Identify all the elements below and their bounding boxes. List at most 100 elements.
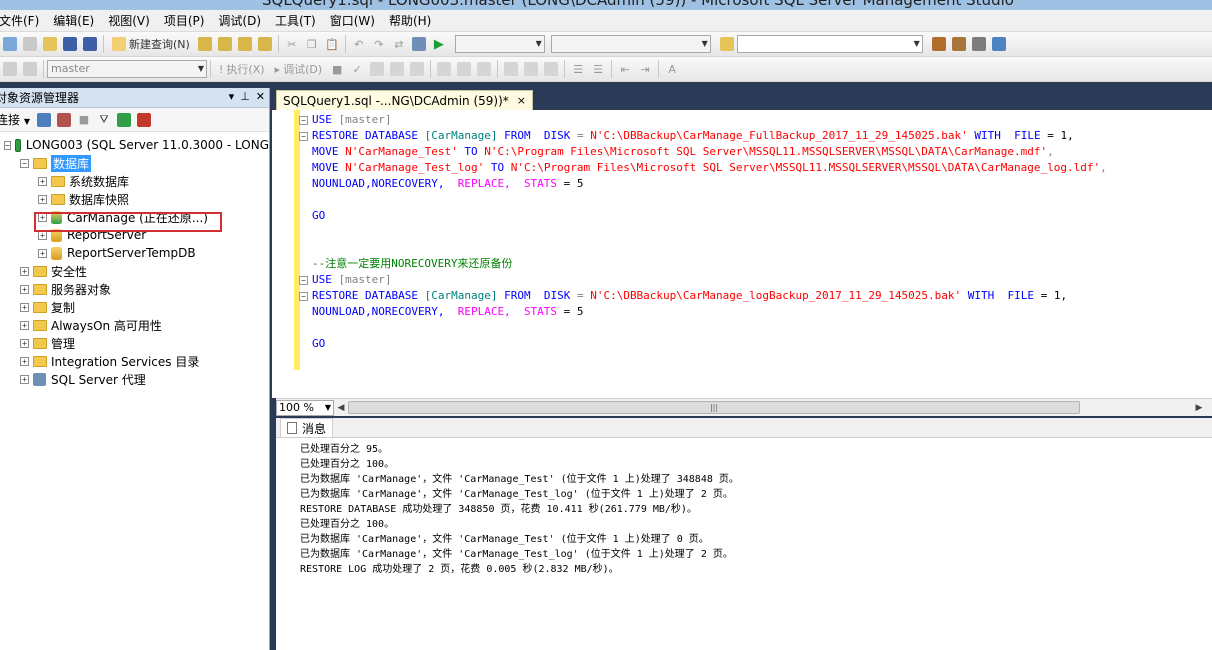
open-icon[interactable] (42, 35, 58, 53)
zoom-select[interactable]: 100 % ▼ (276, 399, 334, 416)
find-combo[interactable]: ▼ (736, 35, 923, 53)
tree-node-system-databases[interactable]: + 系统数据库 (0, 172, 269, 190)
results-file-icon[interactable] (543, 60, 559, 78)
expand-icon[interactable]: + (20, 374, 29, 384)
scroll-right-icon[interactable]: ▶ (1192, 403, 1206, 413)
add-item-icon[interactable] (22, 35, 38, 53)
new-query-button[interactable]: 新建查询(N) (109, 35, 193, 53)
tree-node-security[interactable]: + 安全性 (0, 262, 269, 280)
comment-icon[interactable]: ☰ (570, 60, 586, 78)
window-position-icon[interactable]: ▾ (229, 90, 235, 103)
expand-icon[interactable]: + (20, 266, 29, 276)
copy-icon[interactable]: ❐ (304, 35, 320, 53)
scrollbar-thumb[interactable]: ||| (348, 401, 1080, 414)
change-connection-icon[interactable] (22, 60, 38, 78)
activity-monitor-icon[interactable] (411, 35, 427, 53)
save-all-icon[interactable] (82, 35, 98, 53)
display-plan-icon[interactable] (369, 60, 385, 78)
solution-config-combo[interactable]: ▼ (454, 35, 545, 53)
tree-node-management[interactable]: + 管理 (0, 334, 269, 352)
results-text-icon[interactable] (503, 60, 519, 78)
code-area[interactable]: − USE [master] − RESTORE DATABASE [CarMa… (299, 112, 1107, 352)
auto-hide-icon[interactable]: ⊥ (240, 90, 250, 103)
connect-button[interactable]: 连接 ▼ (0, 111, 30, 128)
decrease-indent-icon[interactable]: ⇤ (617, 60, 633, 78)
results-grid-icon[interactable] (523, 60, 539, 78)
collapse-icon[interactable]: − (4, 140, 11, 150)
activity-icon[interactable] (136, 111, 152, 129)
connect-query-icon[interactable] (2, 60, 18, 78)
tree-node-integration[interactable]: + Integration Services 目录 (0, 352, 269, 370)
tree-node-agent[interactable]: + SQL Server 代理 (0, 370, 269, 388)
tree-node-databases[interactable]: − 数据库 (0, 154, 269, 172)
filter-icon[interactable]: ⛛ (96, 111, 112, 129)
menu-window[interactable]: 窗口(W) (323, 12, 382, 29)
tab-messages[interactable]: 消息 (280, 418, 334, 437)
query-options-icon[interactable] (409, 60, 425, 78)
menu-debug[interactable]: 调试(D) (211, 12, 268, 29)
navigate-icon[interactable]: ⇄ (391, 35, 407, 53)
refresh-icon[interactable] (116, 111, 132, 129)
intellisense-icon[interactable] (436, 60, 452, 78)
include-plan-icon[interactable] (456, 60, 472, 78)
toolbox-icon[interactable] (991, 35, 1007, 53)
debug-button[interactable]: ▸ 调试(D) (272, 60, 326, 78)
close-tab-icon[interactable]: × (517, 94, 526, 107)
expand-icon[interactable]: + (38, 194, 47, 204)
scroll-left-icon[interactable]: ◀ (334, 403, 348, 413)
expand-icon[interactable]: + (20, 302, 29, 312)
registered-servers-icon[interactable] (931, 35, 947, 53)
find-in-files-icon[interactable] (719, 35, 735, 53)
tree-node-server[interactable]: − LONG003 (SQL Server 11.0.3000 - LONG (0, 136, 269, 154)
scrollbar-track[interactable] (1080, 401, 1192, 414)
database-select[interactable]: master ▼ (47, 60, 207, 78)
properties-icon[interactable] (971, 35, 987, 53)
object-explorer-icon[interactable] (951, 35, 967, 53)
expand-icon[interactable]: + (20, 284, 29, 294)
collapse-region-icon[interactable]: − (299, 116, 308, 125)
menu-tools[interactable]: 工具(T) (268, 12, 323, 29)
start-debug-icon[interactable]: ▶ (431, 35, 447, 53)
collapse-region-icon[interactable]: − (299, 292, 308, 301)
stop-icon[interactable]: ■ (76, 111, 92, 129)
db-engine-query-icon[interactable] (197, 35, 213, 53)
cancel-query-icon[interactable]: ■ (329, 60, 345, 78)
menu-project[interactable]: 项目(P) (157, 12, 212, 29)
connect-icon[interactable] (36, 111, 52, 129)
expand-icon[interactable]: + (38, 248, 47, 258)
close-icon[interactable]: ✕ (256, 90, 265, 103)
xmla-query-icon[interactable] (257, 35, 273, 53)
collapse-region-icon[interactable]: − (299, 276, 308, 285)
uncomment-icon[interactable]: ☰ (590, 60, 606, 78)
parse-icon[interactable]: ✓ (349, 60, 365, 78)
expand-icon[interactable]: + (20, 356, 29, 366)
editor-horizontal-scrollbar[interactable]: 100 % ▼ ◀ ||| ▶ (276, 398, 1212, 416)
specify-values-icon[interactable]: A (664, 60, 680, 78)
mdx-query-icon[interactable] (237, 35, 253, 53)
solution-platform-combo[interactable]: ▼ (550, 35, 711, 53)
tree-node-replication[interactable]: + 复制 (0, 298, 269, 316)
expand-icon[interactable]: + (20, 320, 29, 330)
undo-icon[interactable]: ↶ (351, 35, 367, 53)
redo-icon[interactable]: ↷ (371, 35, 387, 53)
new-project-icon[interactable] (2, 35, 18, 53)
menu-help[interactable]: 帮助(H) (382, 12, 438, 29)
execute-button[interactable]: ! 执行(X) (216, 60, 268, 78)
paste-icon[interactable]: 📋 (324, 35, 340, 53)
menu-file[interactable]: 文件(F) (0, 12, 46, 29)
increase-indent-icon[interactable]: ⇥ (637, 60, 653, 78)
query-designer-icon[interactable] (389, 60, 405, 78)
tree-node-alwayson[interactable]: + AlwaysOn 高可用性 (0, 316, 269, 334)
expand-icon[interactable]: + (38, 176, 47, 186)
menu-view[interactable]: 视图(V) (101, 12, 157, 29)
client-stats-icon[interactable] (476, 60, 492, 78)
tree-node-reportservertemp[interactable]: + ReportServerTempDB (0, 244, 269, 262)
messages-output[interactable]: 已处理百分之 95。 已处理百分之 100。 已为数据库 'CarManage'… (300, 442, 739, 577)
tab-sqlquery1[interactable]: SQLQuery1.sql -...NG\DCAdmin (59))* × (276, 90, 533, 110)
collapse-icon[interactable]: − (20, 158, 29, 168)
expand-icon[interactable]: + (20, 338, 29, 348)
query-editor[interactable]: − USE [master] − RESTORE DATABASE [CarMa… (272, 110, 1212, 398)
disconnect-icon[interactable] (56, 111, 72, 129)
analysis-query-icon[interactable] (217, 35, 233, 53)
save-icon[interactable] (62, 35, 78, 53)
